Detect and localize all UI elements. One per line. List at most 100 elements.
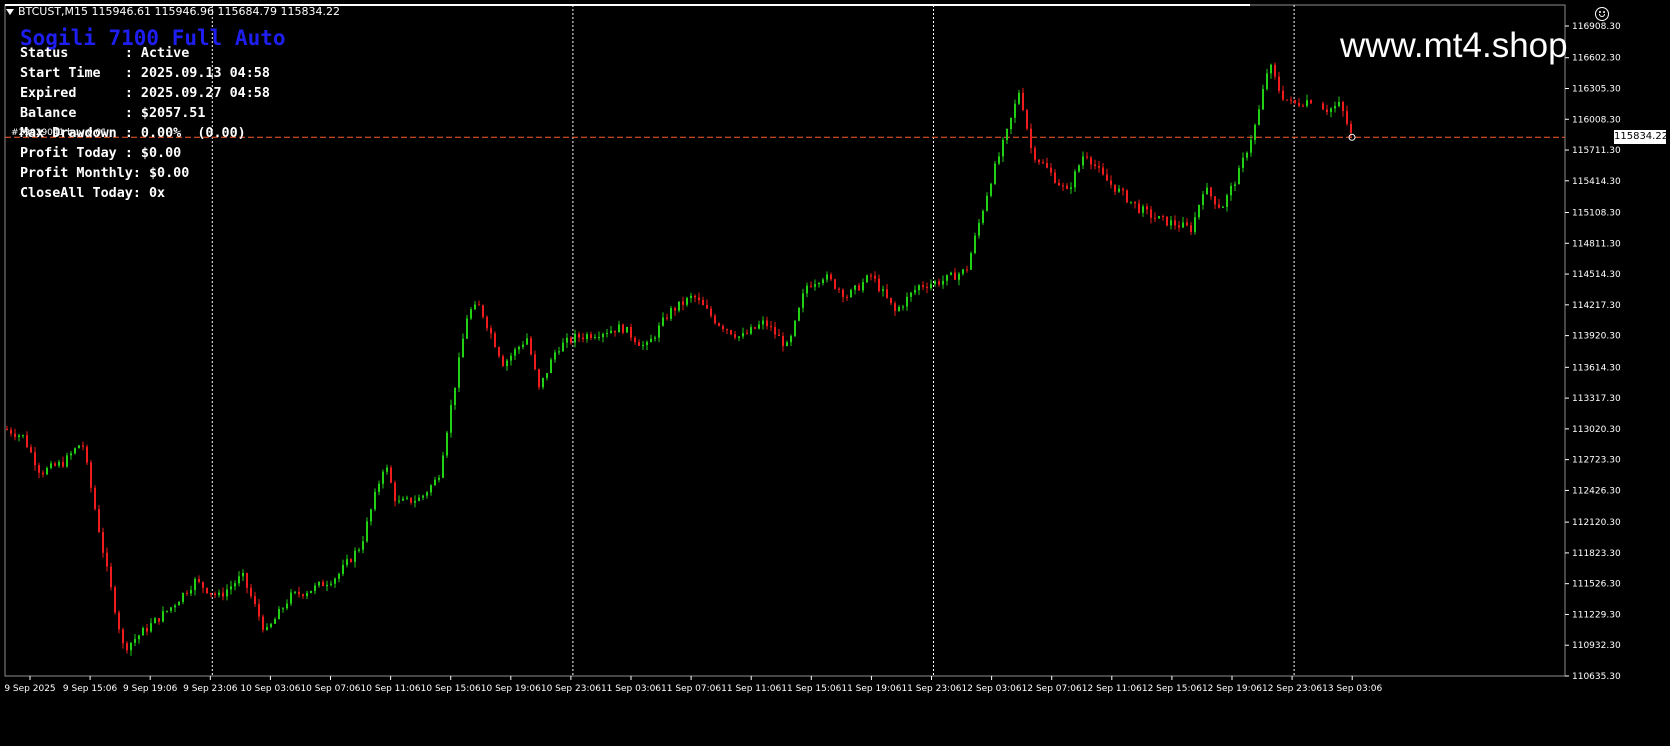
ea-row-profit-today: Profit Today : $0.00	[20, 144, 270, 164]
bear-candle	[186, 593, 188, 595]
bear-candle	[1274, 64, 1276, 77]
bull-candle	[314, 585, 316, 591]
bull-candle	[190, 590, 192, 594]
bull-candle	[218, 592, 220, 595]
time-axis-label: 12 Sep 19:06	[1202, 684, 1262, 694]
price-axis-label: 115414.30	[1572, 177, 1621, 187]
bear-candle	[34, 452, 36, 466]
chart-window[interactable]: 9 Sep 2025 9 Sep 15:06 9 Sep 19:06 9 Sep 23…	[0, 0, 1670, 746]
ea-label: Profit Monthly	[20, 166, 133, 181]
bear-candle	[1134, 201, 1136, 204]
price-axis-label: 114217.30	[1572, 301, 1621, 311]
bear-candle	[1054, 172, 1056, 183]
bull-candle	[474, 304, 476, 310]
bull-candle	[346, 559, 348, 565]
bull-candle	[978, 222, 980, 236]
bear-candle	[10, 429, 12, 434]
bear-candle	[258, 604, 260, 617]
bull-candle	[58, 461, 60, 466]
bear-candle	[666, 317, 668, 319]
bear-candle	[1098, 165, 1100, 168]
dropdown-triangle-icon[interactable]	[6, 9, 14, 15]
bull-candle	[794, 320, 796, 336]
bull-candle	[586, 334, 588, 339]
bull-candle	[386, 467, 388, 472]
chart-ohlc: 115946.61 115946.96 115684.79 115834.22	[91, 5, 340, 18]
bear-candle	[322, 581, 324, 587]
bear-candle	[1094, 164, 1096, 166]
bull-candle	[1334, 105, 1336, 109]
bull-candle	[378, 483, 380, 492]
time-axis-label: 9 Sep 15:06	[63, 684, 118, 694]
bear-candle	[1282, 90, 1284, 100]
bull-candle	[230, 586, 232, 590]
smiley-icon[interactable]	[1595, 7, 1609, 21]
bear-candle	[1278, 76, 1280, 91]
bull-candle	[822, 279, 824, 284]
bear-candle	[26, 435, 28, 448]
bull-candle	[414, 500, 416, 503]
bull-candle	[430, 485, 432, 493]
bull-candle	[1170, 220, 1172, 226]
ea-label: Start Time	[20, 66, 125, 81]
bear-candle	[86, 446, 88, 463]
bull-candle	[758, 324, 760, 329]
bull-candle	[422, 495, 424, 498]
bull-candle	[1194, 217, 1196, 232]
bull-candle	[1206, 187, 1208, 195]
bull-candle	[562, 342, 564, 352]
bull-candle	[130, 642, 132, 651]
bear-candle	[198, 579, 200, 582]
ea-value: : 2025.09.13 04:58	[124, 66, 270, 81]
bear-candle	[730, 330, 732, 335]
bull-candle	[138, 635, 140, 640]
bear-candle	[1214, 196, 1216, 205]
bull-candle	[662, 317, 664, 326]
bull-candle	[1014, 103, 1016, 118]
order-line-label[interactable]: #29929041 buy 0.01	[11, 128, 107, 138]
bull-candle	[1330, 108, 1332, 112]
bear-candle	[1122, 188, 1124, 191]
bear-candle	[126, 643, 128, 651]
bull-candle	[802, 293, 804, 308]
bear-candle	[1294, 100, 1296, 104]
bear-candle	[490, 328, 492, 334]
bull-candle	[566, 337, 568, 343]
bull-candle	[426, 492, 428, 496]
bull-candle	[558, 351, 560, 353]
bear-candle	[102, 532, 104, 553]
bear-candle	[702, 300, 704, 306]
ea-value: : $2057.51	[124, 106, 206, 121]
bull-candle	[738, 336, 740, 338]
bull-candle	[418, 497, 420, 501]
bull-candle	[934, 281, 936, 285]
bear-candle	[810, 285, 812, 287]
bear-candle	[878, 278, 880, 291]
bear-candle	[570, 337, 572, 343]
ea-row-profit-monthly: Profit Monthly: $0.00	[20, 164, 270, 184]
price-axis-label: 113614.30	[1572, 363, 1621, 373]
watermark-text: www.mt4.shop	[1340, 26, 1568, 65]
bull-candle	[962, 269, 964, 274]
bull-candle	[450, 405, 452, 433]
bear-candle	[718, 323, 720, 326]
bear-candle	[754, 327, 756, 329]
bull-candle	[786, 342, 788, 347]
bull-candle	[958, 273, 960, 280]
bull-candle	[310, 590, 312, 594]
bull-candle	[234, 583, 236, 587]
price-axis-label: 114514.30	[1572, 270, 1621, 280]
bear-candle	[1162, 216, 1164, 218]
bull-candle	[470, 309, 472, 319]
time-axis-label: 12 Sep 03:06	[962, 684, 1022, 694]
bull-candle	[678, 301, 680, 311]
bull-candle	[930, 284, 932, 288]
bear-candle	[1066, 185, 1068, 189]
bear-candle	[1038, 159, 1040, 163]
bear-candle	[262, 616, 264, 630]
bull-candle	[994, 163, 996, 184]
bull-candle	[826, 274, 828, 280]
bear-candle	[42, 472, 44, 475]
bull-candle	[986, 195, 988, 211]
bear-candle	[114, 587, 116, 613]
